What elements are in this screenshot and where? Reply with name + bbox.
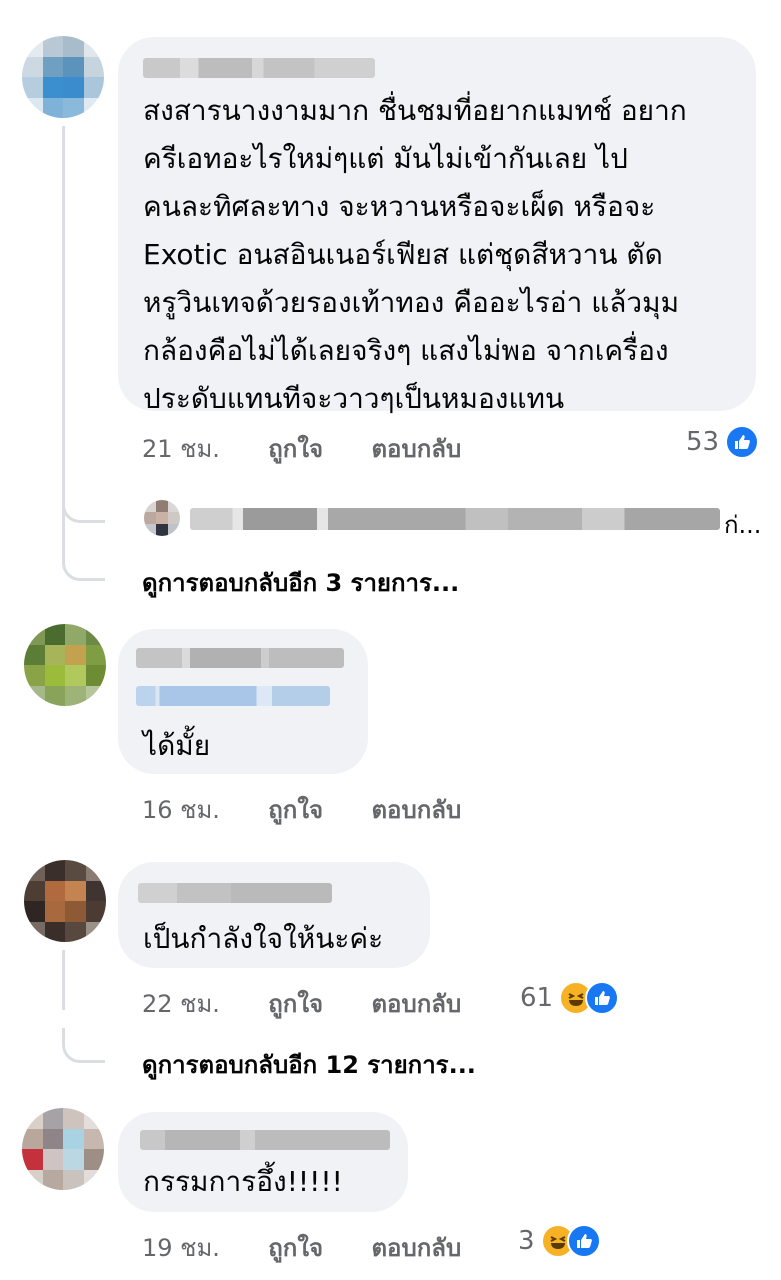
reply-preview-blurred[interactable] [190, 508, 720, 530]
comment-timestamp[interactable]: 19 ชม. [142, 1234, 220, 1262]
comment-text-line: กล้องคือไม่ได้เลยจริงๆ แสงไม่พอ จากเครื่… [143, 334, 669, 367]
comment-meta: 19 ชม. ถูกใจ ตอบกลับ [142, 1228, 461, 1267]
reply-button[interactable]: ตอบกลับ [371, 796, 461, 824]
commenter-name-blurred[interactable] [143, 58, 375, 78]
view-more-replies-link[interactable]: ดูการตอบกลับอีก 3 รายการ... [142, 563, 459, 602]
commenter-name-blurred[interactable] [138, 883, 332, 903]
comment-text-line: Exotic อนสอินเนอร์เฟียส แต่ชุดสีหวาน ตัด [143, 238, 663, 271]
commenter-name-blurred[interactable] [140, 1130, 390, 1150]
reaction-summary[interactable]: 3 [518, 1221, 601, 1261]
like-button[interactable]: ถูกใจ [268, 435, 323, 463]
reply-button[interactable]: ตอบกลับ [371, 435, 461, 463]
comment-timestamp[interactable]: 21 ชม. [142, 435, 220, 463]
comment-text-line: คนละทิศละทาง จะหวานหรือจะเผ็ด หรือจะ [143, 190, 656, 223]
comment-timestamp[interactable]: 16 ชม. [142, 796, 220, 824]
reply-preview-suffix: ก่... [724, 511, 762, 539]
reply-connector [62, 1028, 105, 1063]
commenter-badge-blurred[interactable] [136, 686, 330, 706]
reply-connector [62, 546, 105, 581]
comment-text-line: กรรมการอึ้ง!!!!! [143, 1165, 343, 1198]
comment-text-line: ได้มั้ย [143, 729, 211, 762]
like-icon [585, 981, 620, 1015]
comment-meta: 22 ชม. ถูกใจ ตอบกลับ [142, 984, 461, 1023]
comment-timestamp[interactable]: 22 ชม. [142, 990, 220, 1018]
like-button[interactable]: ถูกใจ [268, 990, 323, 1018]
like-icon [566, 1224, 601, 1258]
comment-text-line: เป็นกำลังใจให้นะค่ะ [143, 922, 384, 955]
comment-text-line: หรูวินเทจด้วยรองเท้าทอง คืออะไรอ่า แล้วม… [143, 286, 680, 319]
comment-meta: 21 ชม. ถูกใจ ตอบกลับ [142, 429, 461, 468]
like-button[interactable]: ถูกใจ [268, 1234, 323, 1262]
reaction-summary[interactable]: 61 [520, 978, 620, 1018]
reaction-summary[interactable]: 53 [686, 422, 760, 462]
comment-text-line: ประดับแทนทีจะวาวๆเป็นหมองแทน [143, 382, 565, 415]
like-button[interactable]: ถูกใจ [268, 796, 323, 824]
reaction-count: 3 [518, 1226, 535, 1256]
reply-connector [62, 488, 105, 523]
reaction-count: 61 [520, 983, 554, 1013]
commenter-avatar[interactable] [24, 624, 106, 706]
reply-thread-line [62, 126, 65, 546]
comment-meta: 16 ชม. ถูกใจ ตอบกลับ [142, 790, 461, 829]
reply-avatar[interactable] [144, 500, 180, 536]
commenter-avatar[interactable] [22, 1108, 104, 1190]
commenter-name-blurred[interactable] [136, 648, 344, 668]
comment-text-line: ครีเอทอะไรใหม่ๆแต่ มันไม่เข้ากันเลย ไป [143, 142, 628, 175]
commenter-avatar[interactable] [22, 36, 104, 118]
reaction-count: 53 [686, 427, 720, 457]
reply-thread-line [62, 950, 65, 1010]
reply-button[interactable]: ตอบกลับ [371, 1234, 461, 1262]
like-icon [725, 425, 760, 459]
reply-button[interactable]: ตอบกลับ [371, 990, 461, 1018]
view-more-replies-link[interactable]: ดูการตอบกลับอีก 12 รายการ... [142, 1045, 476, 1084]
comment-text-line: สงสารนางงามมาก ชื่นชมที่อยากแมทช์ อยาก [143, 94, 687, 127]
commenter-avatar[interactable] [24, 860, 106, 942]
